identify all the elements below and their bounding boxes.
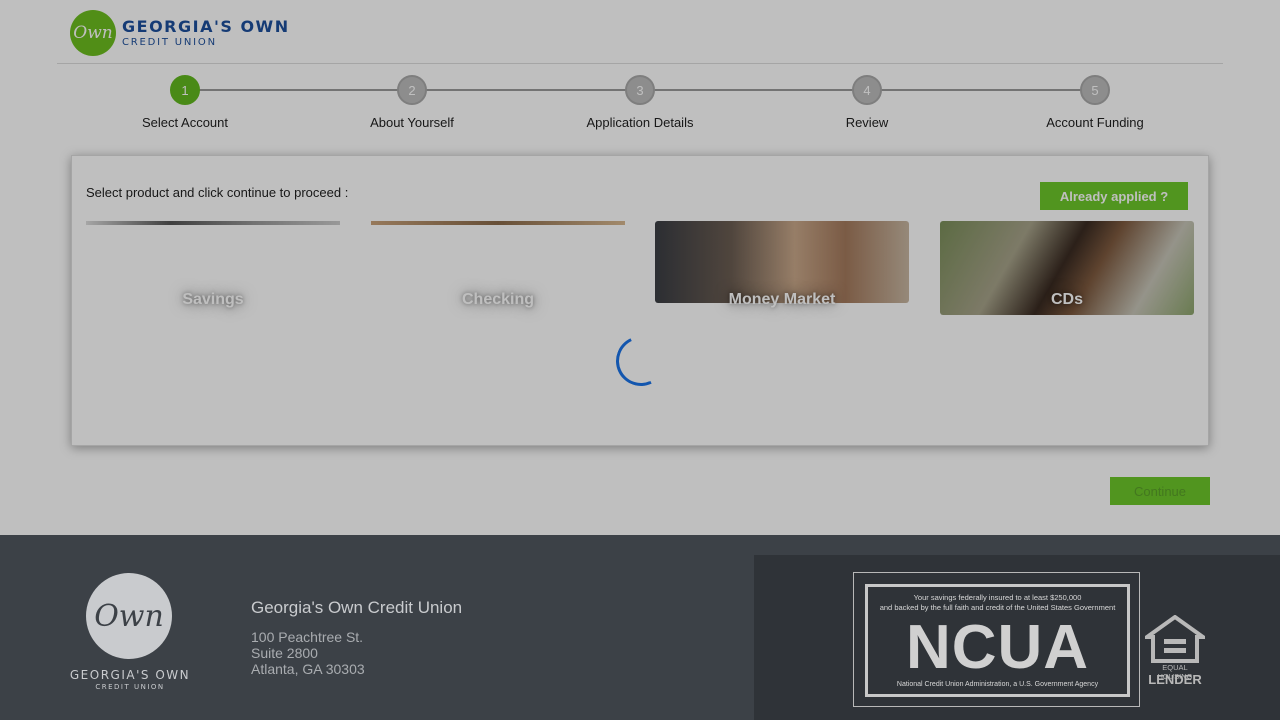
footer-logo-mark: Own xyxy=(86,573,172,659)
ncua-badge: Your savings federally insured to at lea… xyxy=(853,572,1140,707)
step-label: Select Account xyxy=(142,115,228,130)
step-label: Application Details xyxy=(586,115,694,130)
product-label: CDs xyxy=(1050,291,1083,308)
step-number: 1 xyxy=(170,75,200,105)
equal-housing-lender-badge: EQUAL HOUSING LENDER xyxy=(1140,614,1210,687)
logo-title: GEORGIA'S OWN xyxy=(122,16,290,36)
ncua-bottom-text: National Credit Union Administration, a … xyxy=(896,681,1099,688)
ncua-title: NCUA xyxy=(905,613,1090,682)
step-label: Account Funding xyxy=(1046,115,1144,130)
step-label: About Yourself xyxy=(370,115,454,130)
step-account-funding: 5 Account Funding xyxy=(995,75,1195,130)
step-number: 3 xyxy=(625,75,655,105)
product-card-checking[interactable]: Checking xyxy=(371,221,625,331)
panel-instruction: Select product and click continue to pro… xyxy=(86,185,349,200)
already-applied-button[interactable]: Already applied ? xyxy=(1040,182,1188,210)
ehl-line2: LENDER xyxy=(1148,672,1202,687)
continue-button[interactable]: Continue xyxy=(1110,477,1210,505)
product-card-money-market[interactable]: Money Market xyxy=(655,221,909,331)
step-select-account: 1 Select Account xyxy=(85,75,285,130)
progress-stepper: 1 Select Account 2 About Yourself 3 Appl… xyxy=(0,75,1280,145)
logo-subtitle: CREDIT UNION xyxy=(122,36,217,48)
product-selection-panel: Select product and click continue to pro… xyxy=(71,155,1209,446)
step-about-yourself: 2 About Yourself xyxy=(312,75,512,130)
equal-housing-icon xyxy=(1140,614,1210,663)
footer-address-line: 100 Peachtree St. xyxy=(251,629,364,645)
product-label: Savings xyxy=(182,291,244,308)
step-label: Review xyxy=(845,115,889,130)
product-image xyxy=(371,221,625,225)
product-label: Money Market xyxy=(728,291,836,308)
step-number: 2 xyxy=(397,75,427,105)
site-header: Own GEORGIA'S OWN CREDIT UNION xyxy=(0,0,1280,64)
footer-logo-title: GEORGIA'S OWN xyxy=(69,668,191,682)
header-divider xyxy=(57,63,1223,64)
product-card-cds[interactable]: CDs xyxy=(940,221,1194,331)
step-number: 5 xyxy=(1080,75,1110,105)
product-card-savings[interactable]: Savings xyxy=(86,221,340,331)
footer-logo-subtitle: CREDIT UNION xyxy=(95,683,165,691)
step-application-details: 3 Application Details xyxy=(540,75,740,130)
footer-address-line: Suite 2800 xyxy=(251,645,318,661)
product-image xyxy=(86,221,340,225)
footer-org-name: Georgia's Own Credit Union xyxy=(251,598,463,617)
logo-mark: Own xyxy=(70,10,116,56)
logo[interactable]: Own GEORGIA'S OWN CREDIT UNION xyxy=(70,10,290,56)
loading-spinner-icon xyxy=(608,328,674,394)
footer-address-line: Atlanta, GA 30303 xyxy=(251,661,365,677)
product-label: Checking xyxy=(461,291,534,308)
step-number: 4 xyxy=(852,75,882,105)
step-review: 4 Review xyxy=(767,75,967,130)
ncua-top-text: Your savings federally insured to at lea… xyxy=(879,593,1116,612)
